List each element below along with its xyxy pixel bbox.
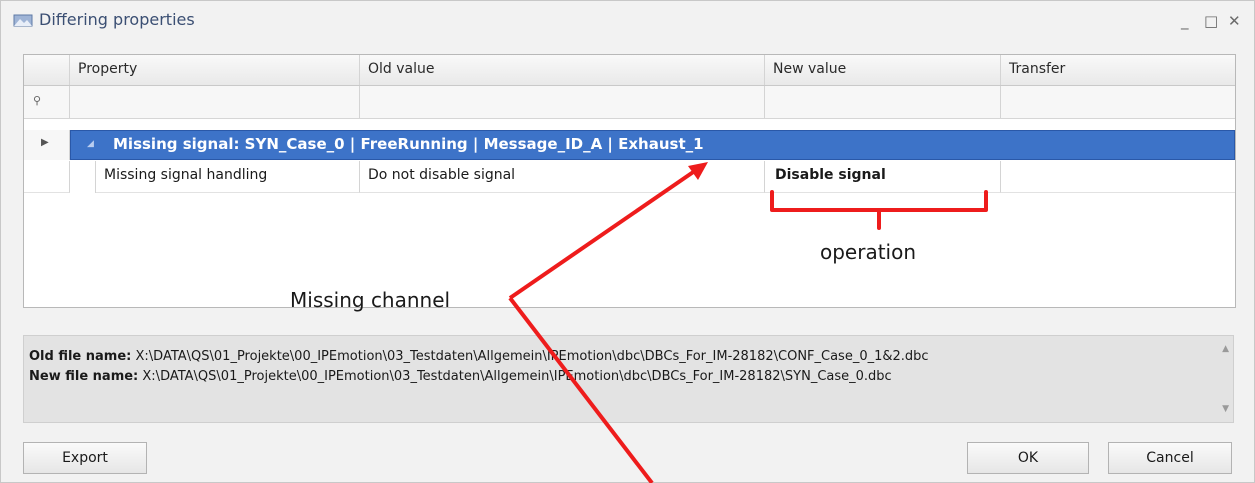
properties-grid: Property Old value New value Transfer ⚲ …: [23, 54, 1236, 308]
new-value-cell[interactable]: Disable signal: [765, 161, 1001, 193]
ok-button[interactable]: OK: [967, 442, 1089, 474]
filter-row: ⚲: [24, 86, 1235, 119]
old-file-name: Old file name: X:\DATA\QS\01_Projekte\00…: [29, 349, 929, 364]
app-icon: [13, 14, 33, 27]
maximize-button[interactable]: □: [1204, 13, 1218, 29]
group-band[interactable]: ◢ Missing signal: SYN_Case_0 | FreeRunni…: [70, 130, 1235, 160]
new-file-label: New file name:: [29, 369, 139, 384]
minimize-button[interactable]: _: [1181, 13, 1189, 29]
grid-header: Property Old value New value Transfer: [24, 55, 1235, 86]
missing-channel-annotation: Missing channel: [290, 288, 451, 312]
filter-old-value-cell[interactable]: [360, 86, 765, 118]
scroll-up-icon[interactable]: ▲: [1222, 344, 1229, 354]
filter-new-value-cell[interactable]: [765, 86, 1001, 118]
filter-transfer-cell[interactable]: [1001, 86, 1235, 118]
row-indicator-cell: [24, 161, 70, 193]
new-file-name: New file name: X:\DATA\QS\01_Projekte\00…: [29, 369, 892, 384]
new-file-path: X:\DATA\QS\01_Projekte\00_IPEmotion\03_T…: [138, 369, 892, 384]
old-file-path: X:\DATA\QS\01_Projekte\00_IPEmotion\03_T…: [131, 349, 929, 364]
row-indent: [70, 161, 96, 193]
transfer-cell[interactable]: ✓: [1001, 161, 1235, 193]
window-title: Differing properties: [39, 10, 195, 29]
table-row[interactable]: Missing signal handling Do not disable s…: [24, 161, 1235, 193]
pin-icon: ⚲: [33, 94, 42, 107]
old-file-label: Old file name:: [29, 349, 132, 364]
operation-annotation: operation: [820, 240, 917, 264]
column-header-transfer[interactable]: Transfer: [1001, 55, 1235, 85]
cancel-button[interactable]: Cancel: [1108, 442, 1232, 474]
group-row[interactable]: ▶ ◢ Missing signal: SYN_Case_0 | FreeRun…: [24, 130, 1235, 160]
collapse-icon[interactable]: ◢: [87, 139, 94, 149]
dialog-window: Differing properties _ □ ✕ Property Old …: [0, 0, 1255, 483]
scroll-down-icon[interactable]: ▼: [1222, 404, 1229, 414]
old-value-cell[interactable]: Do not disable signal: [360, 161, 765, 193]
file-info-panel: Old file name: X:\DATA\QS\01_Projekte\00…: [23, 335, 1234, 423]
row-indicator-cell: ▶: [24, 130, 70, 160]
group-label: Missing signal: SYN_Case_0 | FreeRunning…: [113, 135, 704, 153]
column-header-new-value[interactable]: New value: [765, 55, 1001, 85]
column-header-old-value[interactable]: Old value: [360, 55, 765, 85]
close-button[interactable]: ✕: [1228, 13, 1241, 29]
property-cell[interactable]: Missing signal handling: [96, 161, 360, 193]
column-header-property[interactable]: Property: [70, 55, 360, 85]
title-bar: Differing properties _ □ ✕: [1, 1, 1254, 41]
filter-indicator-cell: ⚲: [24, 86, 70, 118]
row-indicator-icon: ▶: [41, 137, 49, 148]
export-button[interactable]: Export: [23, 442, 147, 474]
filter-property-cell[interactable]: [70, 86, 360, 118]
header-indicator-cell: [24, 55, 70, 85]
